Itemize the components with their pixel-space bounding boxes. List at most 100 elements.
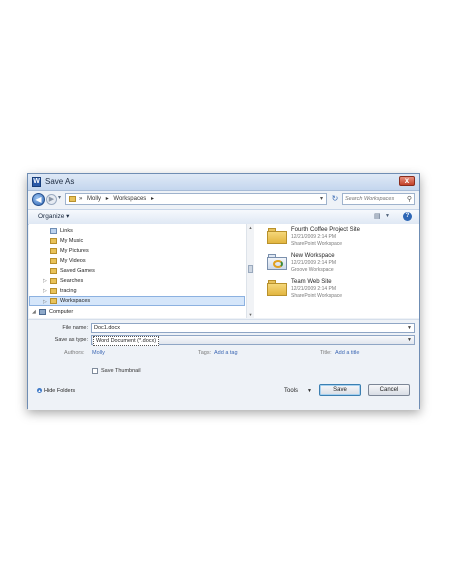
folder-icon (50, 248, 57, 254)
expander-icon[interactable]: ▷ (43, 276, 47, 286)
search-input[interactable] (345, 194, 403, 204)
chevron-down-icon[interactable]: ▼ (407, 336, 412, 344)
file-name: Team Web Site (291, 279, 332, 285)
nav-item-links[interactable]: Links (29, 226, 245, 236)
file-date: 12/21/2009 2:14 PM (291, 234, 337, 240)
file-type: Groove Workspace (291, 267, 334, 273)
help-icon[interactable]: ? (403, 212, 412, 221)
file-list[interactable]: Fourth Coffee Project Site 12/21/2009 2:… (254, 224, 419, 318)
organize-menu[interactable]: Organize ▾ (38, 211, 69, 223)
chevron-down-icon[interactable]: ▼ (407, 324, 412, 332)
address-dropdown-icon[interactable]: ▾ (320, 194, 323, 204)
tags-label: Tags: (198, 350, 212, 356)
file-name: Fourth Coffee Project Site (291, 227, 360, 233)
authors-value[interactable]: Molly (92, 349, 105, 357)
nav-item-saved-games[interactable]: Saved Games (29, 266, 245, 276)
back-button[interactable]: ◀ (32, 193, 45, 206)
nav-item-computer[interactable]: ◢ Computer (29, 307, 245, 317)
folder-icon (50, 278, 57, 284)
nav-item-my-videos[interactable]: My Videos (29, 256, 245, 266)
save-thumbnail-label[interactable]: Save Thumbnail (101, 366, 141, 376)
nav-item-label: My Music (60, 238, 84, 244)
close-button[interactable]: x (399, 176, 415, 186)
file-type: SharePoint Workspace (291, 241, 343, 247)
folder-icon (50, 288, 57, 294)
scroll-up-icon[interactable]: ▲ (247, 224, 254, 231)
nav-item-label: tracing (60, 288, 77, 294)
address-row: ◀ ▶ ▾ » Molly ▸ Workspaces ▸ ▾ ↻ ⚲ (28, 191, 419, 208)
nav-item-label: Links (60, 228, 73, 234)
chevron-down-icon[interactable]: ▼ (307, 387, 312, 395)
nav-item-searches[interactable]: ▷ Searches (29, 276, 245, 286)
search-icon[interactable]: ⚲ (407, 195, 412, 203)
breadcrumb-item-workspaces[interactable]: Workspaces (113, 196, 146, 202)
folder-icon (50, 258, 57, 264)
savetype-value: Word Document (*.docx) (93, 336, 160, 346)
hide-folders-button[interactable]: ▲ Hide Folders (37, 387, 75, 395)
refresh-icon[interactable]: ↻ (330, 193, 340, 205)
save-button[interactable]: Save (319, 384, 361, 396)
search-box[interactable]: ⚲ (342, 193, 415, 205)
scroll-down-icon[interactable]: ▼ (247, 311, 254, 318)
expander-icon[interactable]: ▷ (43, 297, 47, 307)
title-value[interactable]: Add a title (335, 349, 359, 357)
nav-item-label: Searches (60, 278, 84, 284)
views-dropdown-icon[interactable]: ▼ (385, 213, 390, 219)
nav-item-label: My Videos (60, 258, 86, 264)
nav-item-tracing[interactable]: ▷ tracing (29, 286, 245, 296)
list-item[interactable]: Team Web Site 12/21/2009 2:14 PM SharePo… (267, 278, 417, 302)
authors-label: Authors: (64, 350, 85, 356)
nav-item-label: Saved Games (60, 268, 95, 274)
folder-icon (50, 268, 57, 274)
breadcrumb-chevron[interactable]: » (79, 196, 82, 202)
nav-item-workspaces[interactable]: ▷ Workspaces (29, 296, 245, 306)
word-app-icon: W (32, 177, 41, 187)
savetype-label: Save as type: (54, 337, 88, 343)
folder-icon (69, 196, 76, 202)
chevron-up-icon: ▲ (37, 388, 42, 394)
filename-label: File name: (62, 325, 88, 331)
save-thumbnail-checkbox[interactable] (92, 368, 98, 374)
savetype-select[interactable]: Word Document (*.docx) ▼ (91, 335, 415, 346)
nav-pane-scrollbar[interactable]: ▲ ▼ (246, 224, 254, 318)
nav-item-label: My Pictures (60, 248, 89, 254)
list-item[interactable]: New Workspace 12/21/2009 2:14 PM Groove … (267, 252, 417, 276)
forward-button[interactable]: ▶ (46, 194, 57, 205)
filename-input[interactable] (94, 324, 394, 332)
computer-icon (39, 309, 46, 315)
tags-value[interactable]: Add a tag (214, 349, 238, 357)
expander-icon[interactable]: ◢ (32, 307, 36, 317)
links-icon (50, 228, 57, 234)
hide-folders-label: Hide Folders (44, 388, 76, 394)
list-item[interactable]: Fourth Coffee Project Site 12/21/2009 2:… (267, 226, 417, 250)
nav-item-label: Workspaces (60, 298, 91, 304)
recent-pages-dropdown[interactable]: ▾ (58, 194, 61, 201)
scrollbar-thumb[interactable] (248, 265, 253, 273)
file-name: New Workspace (291, 253, 335, 259)
folder-icon (50, 298, 57, 304)
breadcrumb[interactable]: » Molly ▸ Workspaces ▸ (79, 194, 157, 204)
cancel-button[interactable]: Cancel (368, 384, 410, 396)
file-type: SharePoint Workspace (291, 293, 343, 299)
folder-icon (50, 238, 57, 244)
navigation-pane[interactable]: Links My Music My Pictures My Videos Sav… (29, 224, 254, 318)
breadcrumb-chevron[interactable]: ▸ (151, 196, 154, 202)
title-bar[interactable]: W Save As x (28, 174, 419, 191)
nav-item-my-pictures[interactable]: My Pictures (29, 246, 245, 256)
nav-item-my-music[interactable]: My Music (29, 236, 245, 246)
breadcrumb-item-molly[interactable]: Molly (87, 196, 101, 202)
tools-menu[interactable]: Tools (284, 387, 298, 395)
groove-workspace-icon (267, 254, 287, 270)
window-title: Save As (45, 177, 75, 186)
views-icon[interactable]: ▤ (374, 212, 381, 220)
save-options: File name: ▼ Save as type: Word Document… (28, 319, 419, 410)
title-label: Title: (320, 350, 332, 356)
sharepoint-workspace-icon (267, 280, 287, 296)
sharepoint-workspace-icon (267, 228, 287, 244)
save-as-dialog: W Save As x ◀ ▶ ▾ » Molly ▸ Workspaces ▸… (27, 173, 420, 410)
expander-icon[interactable]: ▷ (43, 286, 47, 296)
breadcrumb-chevron[interactable]: ▸ (106, 196, 109, 202)
address-bar[interactable]: » Molly ▸ Workspaces ▸ ▾ (65, 193, 327, 205)
filename-field[interactable]: ▼ (91, 323, 415, 333)
nav-item-label: Computer (49, 309, 74, 315)
